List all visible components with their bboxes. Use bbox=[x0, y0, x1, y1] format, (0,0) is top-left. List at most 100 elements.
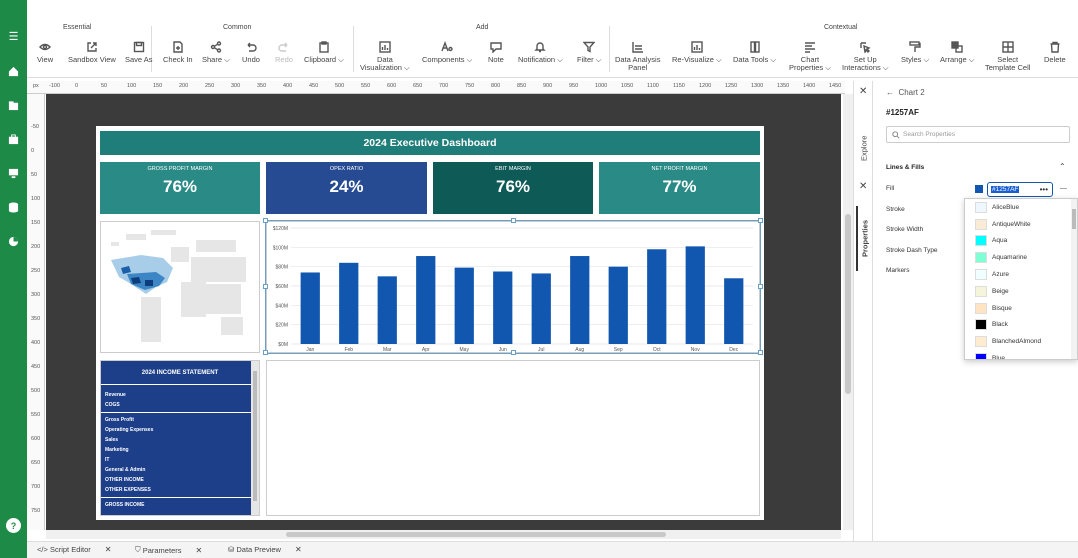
bar-apr[interactable] bbox=[416, 256, 436, 344]
color-option-aqua[interactable]: Aqua bbox=[965, 233, 1077, 250]
close-icon[interactable]: ✕ bbox=[195, 546, 202, 555]
color-option-aliceblue[interactable]: AliceBlue bbox=[965, 199, 1077, 216]
panel-breadcrumb[interactable]: ← Chart 2 bbox=[886, 88, 925, 97]
sandbox-view-button[interactable]: Sandbox View bbox=[68, 40, 116, 64]
tab-explore[interactable]: Explore bbox=[856, 126, 872, 171]
scroll-thumb[interactable] bbox=[845, 214, 851, 394]
data-visualization-button[interactable]: Data Visualization ⌵ bbox=[360, 40, 410, 72]
bar-may[interactable] bbox=[454, 267, 474, 344]
close-icon[interactable]: ✕ bbox=[105, 545, 112, 554]
select-template-cell-button[interactable]: Select Template Cell bbox=[985, 40, 1030, 72]
kpi-card-ebit-margin[interactable]: EBIT MARGIN 76% bbox=[433, 162, 593, 214]
scroll-thumb[interactable] bbox=[253, 371, 257, 501]
pie-chart-icon[interactable] bbox=[6, 234, 21, 249]
chart-properties-button[interactable]: Chart Properties ⌵ bbox=[789, 40, 831, 72]
save-as-button[interactable]: Save As bbox=[125, 40, 153, 64]
dashboard-title[interactable]: 2024 Executive Dashboard bbox=[100, 131, 760, 155]
color-dropdown[interactable]: AliceBlue AntiqueWhite Aqua Aquamarine Azure… bbox=[964, 198, 1078, 360]
data-analysis-panel-button[interactable]: Data Analysis Panel bbox=[615, 40, 660, 72]
bar-sep[interactable] bbox=[608, 266, 628, 344]
canvas-horizontal-scrollbar[interactable] bbox=[46, 530, 841, 539]
bar-oct[interactable] bbox=[647, 249, 667, 344]
prop-markers-label: Markers bbox=[886, 267, 910, 274]
check-in-button[interactable]: Check In bbox=[163, 40, 193, 64]
dropdown-scrollbar[interactable] bbox=[1071, 199, 1077, 359]
map-visualization[interactable] bbox=[100, 221, 260, 353]
color-option-beige[interactable]: Beige bbox=[965, 283, 1077, 300]
styles-button[interactable]: Styles ⌵ bbox=[901, 40, 929, 64]
color-option-antiquewhite[interactable]: AntiqueWhite bbox=[965, 216, 1077, 233]
empty-visualization-slot[interactable] bbox=[266, 360, 760, 516]
kpi-card-opex-ratio[interactable]: OPEX RATIO 24% bbox=[266, 162, 427, 214]
note-button[interactable]: Note bbox=[488, 40, 504, 64]
fill-color-swatch[interactable] bbox=[975, 185, 983, 193]
close-icon[interactable]: ✕ bbox=[859, 181, 867, 192]
tab-parameters[interactable]: ⛉ Parameters ✕ bbox=[135, 545, 202, 555]
set-up-interactions-button[interactable]: Set Up Interactions ⌵ bbox=[842, 40, 889, 72]
notification-button[interactable]: Notification ⌵ bbox=[518, 40, 563, 64]
bar-mar[interactable] bbox=[377, 276, 397, 344]
data-tools-icon bbox=[748, 40, 762, 54]
grid-icon bbox=[1001, 40, 1015, 54]
bar-aug[interactable] bbox=[570, 256, 590, 344]
back-arrow-icon[interactable]: ← bbox=[886, 88, 894, 97]
chevron-up-icon[interactable]: ⌃ bbox=[1059, 162, 1066, 171]
revisualize-button[interactable]: Re-Visualize ⌵ bbox=[672, 40, 722, 64]
bar-chart[interactable]: $0M $20M $40M $60M $80M $100M $120M Jan Feb Mar Ap… bbox=[266, 221, 760, 353]
color-swatch bbox=[975, 252, 987, 264]
data-tools-button[interactable]: Data Tools ⌵ bbox=[733, 40, 776, 64]
color-option-blanchedalmond[interactable]: BlanchedAlmond bbox=[965, 333, 1077, 350]
tab-data-preview[interactable]: ⛁ Data Preview ✕ bbox=[228, 545, 302, 554]
help-icon[interactable]: ? bbox=[6, 518, 21, 533]
bar-dec[interactable] bbox=[724, 278, 744, 344]
components-button[interactable]: Components ⌵ bbox=[422, 40, 472, 64]
x-tick-label: Jan bbox=[306, 347, 314, 353]
color-option-label: Azure bbox=[992, 271, 1009, 279]
analysis-icon bbox=[631, 40, 645, 54]
bar-jun[interactable] bbox=[493, 271, 513, 345]
briefcase-icon[interactable] bbox=[6, 132, 21, 147]
color-option-azure[interactable]: Azure bbox=[965, 266, 1077, 283]
tab-script-editor[interactable]: </> Script Editor ✕ bbox=[37, 545, 112, 554]
close-icon[interactable]: ✕ bbox=[295, 545, 302, 554]
bar-jan[interactable] bbox=[300, 272, 320, 344]
home-icon[interactable] bbox=[6, 64, 21, 79]
bar-feb[interactable] bbox=[339, 262, 359, 344]
ruler-tick-label: 750 bbox=[31, 508, 41, 514]
close-icon[interactable]: ✕ bbox=[859, 86, 867, 97]
scroll-thumb[interactable] bbox=[1072, 209, 1076, 229]
tab-properties[interactable]: Properties bbox=[856, 206, 872, 271]
search-properties-input[interactable]: Search Properties bbox=[886, 126, 1070, 143]
ruler-tick-label: 1250 bbox=[725, 83, 738, 89]
bar-nov[interactable] bbox=[685, 246, 705, 344]
database-icon[interactable] bbox=[6, 200, 21, 215]
arrange-button[interactable]: Arrange ⌵ bbox=[940, 40, 974, 64]
color-option-blue[interactable]: Blue bbox=[965, 350, 1077, 359]
fill-color-input[interactable]: #1257AF ••• bbox=[987, 182, 1053, 197]
reset-dash-icon[interactable]: — bbox=[1060, 185, 1067, 192]
undo-button[interactable]: Undo bbox=[242, 40, 260, 64]
scroll-thumb[interactable] bbox=[286, 532, 666, 537]
cursor-icon bbox=[858, 40, 872, 54]
income-statement-table[interactable]: 2024 INCOME STATEMENT Revenue COGS Gross… bbox=[100, 360, 260, 516]
color-option-bisque[interactable]: Bisque bbox=[965, 300, 1077, 317]
menu-icon[interactable]: ☰ bbox=[6, 29, 21, 44]
filter-button[interactable]: Filter ⌵ bbox=[577, 40, 601, 64]
section-header-lines-fills[interactable]: Lines & Fills bbox=[886, 164, 924, 171]
bar-jul[interactable] bbox=[531, 273, 551, 344]
share-button[interactable]: Share ⌵ bbox=[202, 40, 230, 64]
redo-button[interactable]: Redo bbox=[275, 40, 293, 64]
monitor-icon[interactable] bbox=[6, 166, 21, 181]
canvas-vertical-scrollbar[interactable] bbox=[843, 94, 853, 530]
clipboard-button[interactable]: Clipboard ⌵ bbox=[304, 40, 344, 64]
kpi-card-gross-profit-margin[interactable]: GROSS PROFIT MARGIN 76% bbox=[100, 162, 260, 214]
folder-icon[interactable] bbox=[6, 98, 21, 113]
view-button[interactable]: View bbox=[37, 40, 53, 64]
more-icon[interactable]: ••• bbox=[1040, 185, 1048, 194]
color-option-black[interactable]: Black bbox=[965, 317, 1077, 334]
delete-button[interactable]: Delete bbox=[1044, 40, 1066, 64]
color-option-aquamarine[interactable]: Aquamarine bbox=[965, 249, 1077, 266]
x-tick-label: Mar bbox=[383, 347, 392, 353]
kpi-card-net-profit-margin[interactable]: NET PROFIT MARGIN 77% bbox=[599, 162, 760, 214]
table-scrollbar[interactable] bbox=[251, 361, 259, 515]
